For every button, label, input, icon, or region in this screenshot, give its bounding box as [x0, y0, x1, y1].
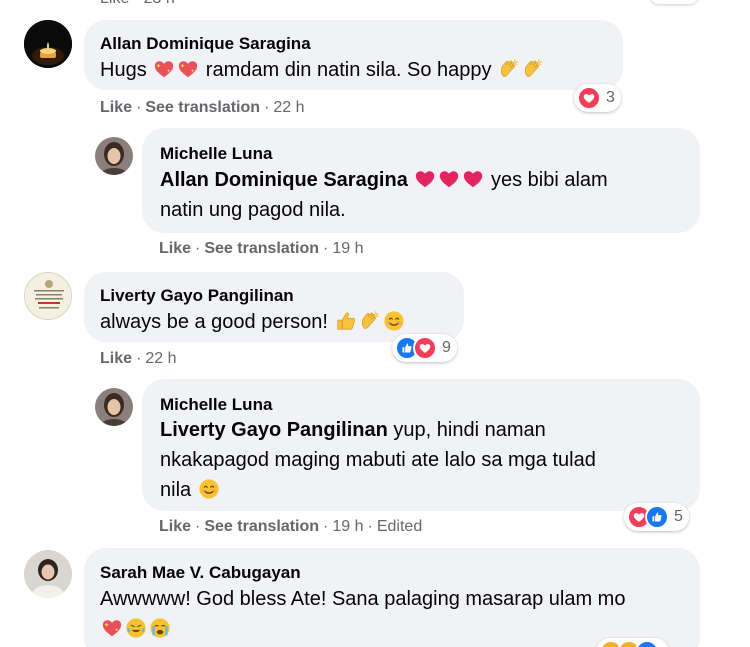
- comment-time[interactable]: 22 h: [273, 99, 304, 116]
- comment-time[interactable]: 19 h: [332, 518, 363, 535]
- like-reaction-icon: [645, 505, 669, 529]
- michelle-avatar-image: [95, 388, 133, 426]
- comment-author[interactable]: Michelle Luna: [160, 144, 272, 164]
- liverty-avatar-image: [25, 273, 71, 319]
- sparkling-heart-emoji: [177, 58, 199, 80]
- reaction-count: 3: [606, 89, 615, 106]
- candle-avatar-image: [24, 20, 72, 68]
- mention-link[interactable]: Allan Dominique Saragina: [160, 169, 408, 191]
- red-heart-emoji: [414, 168, 436, 190]
- red-heart-emoji: [462, 168, 484, 190]
- comment-text: always be a good person!: [100, 307, 406, 337]
- tears-of-joy-emoji: [125, 617, 147, 639]
- sarah-avatar-image: [24, 550, 72, 598]
- comment-author[interactable]: Michelle Luna: [160, 395, 272, 415]
- michelle-avatar-image: [95, 137, 133, 175]
- clapping-hands-emoji: [498, 58, 520, 80]
- avatar-liverty[interactable]: [24, 272, 72, 320]
- mention-link[interactable]: Liverty Gayo Pangilinan: [160, 419, 388, 441]
- reaction-summary[interactable]: 5: [624, 503, 689, 531]
- comment-time[interactable]: 19 h: [332, 240, 363, 257]
- see-translation-link[interactable]: See translation: [204, 518, 319, 535]
- reaction-count: 9: [442, 339, 451, 356]
- reaction-summary[interactable]: [596, 638, 669, 647]
- love-reaction-icon: [413, 336, 437, 360]
- like-link[interactable]: Like: [159, 240, 191, 257]
- crying-face-emoji: [149, 617, 171, 639]
- reaction-summary[interactable]: 3: [574, 84, 621, 112]
- comment-text: Awwwww! God bless Ate! Sana palaging mas…: [100, 584, 690, 644]
- see-translation-link[interactable]: See translation: [204, 240, 319, 257]
- comment-actions: Like · See translation · 22 h: [100, 99, 305, 116]
- edited-label[interactable]: Edited: [377, 518, 422, 535]
- like-link[interactable]: Like: [100, 99, 132, 116]
- red-heart-emoji: [438, 168, 460, 190]
- reaction-count: 5: [674, 508, 683, 525]
- comment-actions: Like · See translation · 19 h · Edited: [159, 518, 423, 535]
- thumbs-up-emoji: [335, 310, 357, 332]
- top-reaction-pill-edge: [650, 0, 698, 4]
- comment-actions: Like · See translation · 19 h: [159, 240, 364, 257]
- avatar-michelle[interactable]: [95, 388, 133, 426]
- avatar-sarah[interactable]: [24, 550, 72, 598]
- comment-author[interactable]: Allan Dominique Saragina: [100, 34, 311, 54]
- like-link[interactable]: Like: [159, 518, 191, 535]
- comment-text: Hugs ramdam din natin sila. So happy: [100, 55, 545, 85]
- top-comment-meta: Like · 23 h: [100, 0, 175, 8]
- comment-author[interactable]: Liverty Gayo Pangilinan: [100, 286, 294, 306]
- comment-actions: Like · 22 h: [100, 350, 177, 367]
- love-reaction-icon: [577, 86, 601, 110]
- like-link[interactable]: Like: [100, 350, 132, 367]
- smiling-face-emoji: [383, 310, 405, 332]
- like-reaction-icon: [635, 640, 659, 647]
- avatar-michelle[interactable]: [95, 137, 133, 175]
- comment-time[interactable]: 22 h: [145, 350, 176, 367]
- comment-text: Allan Dominique Saragina yes bibi alam na…: [160, 168, 608, 221]
- avatar-allan[interactable]: [24, 20, 72, 68]
- clapping-hands-emoji: [522, 58, 544, 80]
- sparkling-heart-emoji: [101, 617, 123, 639]
- clapping-hands-emoji: [359, 310, 381, 332]
- reaction-summary[interactable]: 9: [392, 334, 457, 362]
- see-translation-link[interactable]: See translation: [145, 99, 260, 116]
- smiling-face-emoji: [198, 478, 220, 500]
- comment-text: Liverty Gayo Pangilinan yup, hindi naman…: [160, 419, 596, 501]
- comment-author[interactable]: Sarah Mae V. Cabugayan: [100, 563, 301, 583]
- sparkling-heart-emoji: [153, 58, 175, 80]
